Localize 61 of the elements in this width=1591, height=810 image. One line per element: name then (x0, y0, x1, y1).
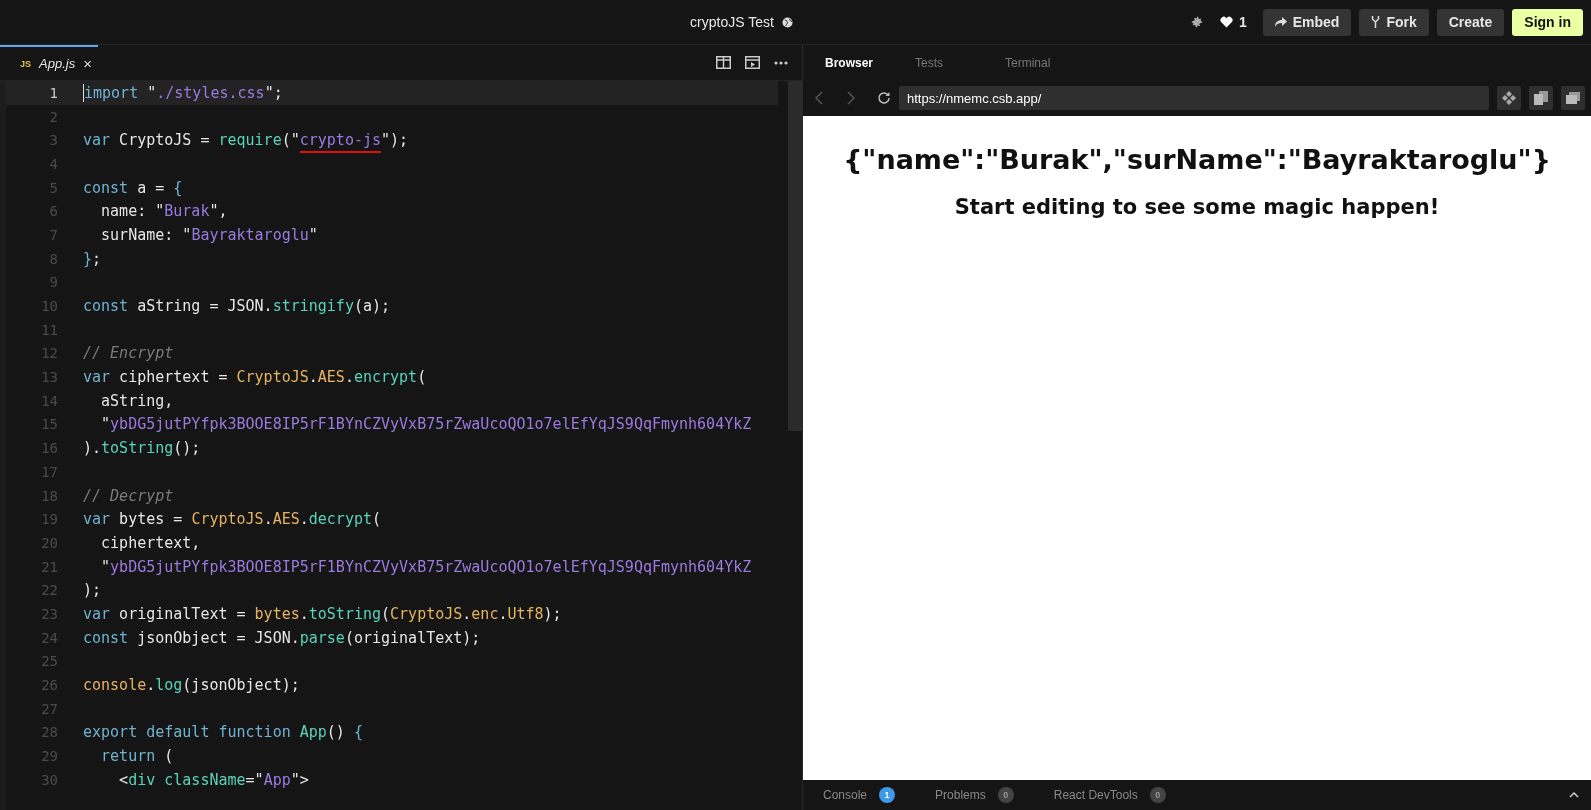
sign-in-button[interactable]: Sign in (1512, 8, 1583, 36)
preview-tab[interactable]: Terminal (1005, 55, 1095, 70)
share-arrow-icon (1274, 17, 1287, 27)
more-icon[interactable] (774, 60, 788, 65)
fork-button[interactable]: Fork (1359, 8, 1429, 36)
tab-label: App.js (39, 56, 76, 71)
code-line: const jsonObject = JSON.parse(originalText); (83, 628, 481, 647)
create-button[interactable]: Create (1436, 8, 1505, 36)
count-badge: 0 (1149, 787, 1166, 803)
devices-icon[interactable] (1497, 86, 1521, 110)
embed-button[interactable]: Embed (1262, 8, 1352, 36)
like-button[interactable]: 1 (1211, 14, 1255, 30)
code-line: var CryptoJS = require("crypto-js"); (83, 131, 409, 150)
fork-icon (1371, 16, 1381, 28)
code-line: aString, (100, 391, 174, 410)
code-line: ciphertext, (100, 533, 201, 552)
reload-icon[interactable] (877, 91, 891, 105)
code-line: var originalText = bytes.toString(CryptoJS.enc.Utf8); (83, 604, 562, 623)
panel-tab[interactable]: React DevTools 0 (1053, 787, 1166, 803)
preview-tab[interactable]: Tests (915, 55, 1005, 70)
heart-icon (1219, 16, 1233, 28)
code-line: var bytes = CryptoJS.AES.decrypt( (83, 510, 382, 529)
code-line: console.log(jsonObject); (83, 676, 300, 695)
code-line: // Decrypt (83, 486, 174, 505)
code-line: import "./styles.css"; (83, 83, 283, 102)
window-icon[interactable] (1561, 86, 1585, 110)
code-line: var ciphertext = CryptoJS.AES.encrypt( (83, 368, 427, 387)
code-line: surName: "Bayraktaroglu" (100, 225, 318, 244)
file-type-label: JS (20, 58, 31, 69)
close-button[interactable]: × (83, 55, 92, 72)
url-field[interactable]: https://nmemc.csb.app/ (899, 86, 1489, 110)
panel-tab[interactable]: Problems 0 (935, 787, 1014, 803)
copy-icon[interactable] (1529, 86, 1553, 110)
project-title: cryptoJS Test (690, 14, 774, 30)
code-line: ); (83, 581, 102, 600)
code-line: }; (83, 249, 102, 268)
caret-icon[interactable] (1569, 792, 1579, 798)
code-line: "ybDG5jutPYfpk3BOOE8IP5rF1BYnCZVyVxB75rZwaUcoQO1o7elEfYqJS9QqFmynh604YkZ (100, 415, 752, 434)
page-subheading: Start editing to see some magic happen! (954, 195, 1440, 219)
count-badge: 1 (879, 787, 896, 803)
scrollbar[interactable] (788, 81, 802, 431)
split-view-icon[interactable] (716, 56, 731, 69)
globe-icon (781, 16, 793, 28)
line-number: 1 (48, 84, 58, 101)
forward-icon[interactable] (847, 91, 855, 105)
code-line: return ( (100, 747, 174, 766)
preview-icon[interactable] (745, 56, 760, 69)
count-badge: 0 (997, 787, 1014, 803)
code-line: <div className="App"> (118, 770, 309, 789)
code-line: const aString = JSON.stringify(a); (83, 297, 391, 316)
page-heading: {"name":"Burak","surName":"Bayraktaroglu"} (843, 144, 1551, 175)
code-line: export default function App() { (83, 723, 363, 742)
preview-tab[interactable]: Browser (825, 55, 915, 70)
code-line: "ybDG5jutPYfpk3BOOE8IP5rF1BYnCZVyVxB75rZwaUcoQO1o7elEfYqJS9QqFmynh604YkZ (100, 557, 752, 576)
panel-tab[interactable]: Console 1 (823, 787, 896, 803)
code-line: name: "Burak", (100, 202, 228, 221)
code-line: ).toString(); (83, 439, 201, 458)
back-icon[interactable] (815, 91, 823, 105)
code-line: // Encrypt (83, 344, 174, 363)
code-line: const a = { (83, 178, 183, 197)
settings-icon[interactable] (1189, 15, 1204, 29)
